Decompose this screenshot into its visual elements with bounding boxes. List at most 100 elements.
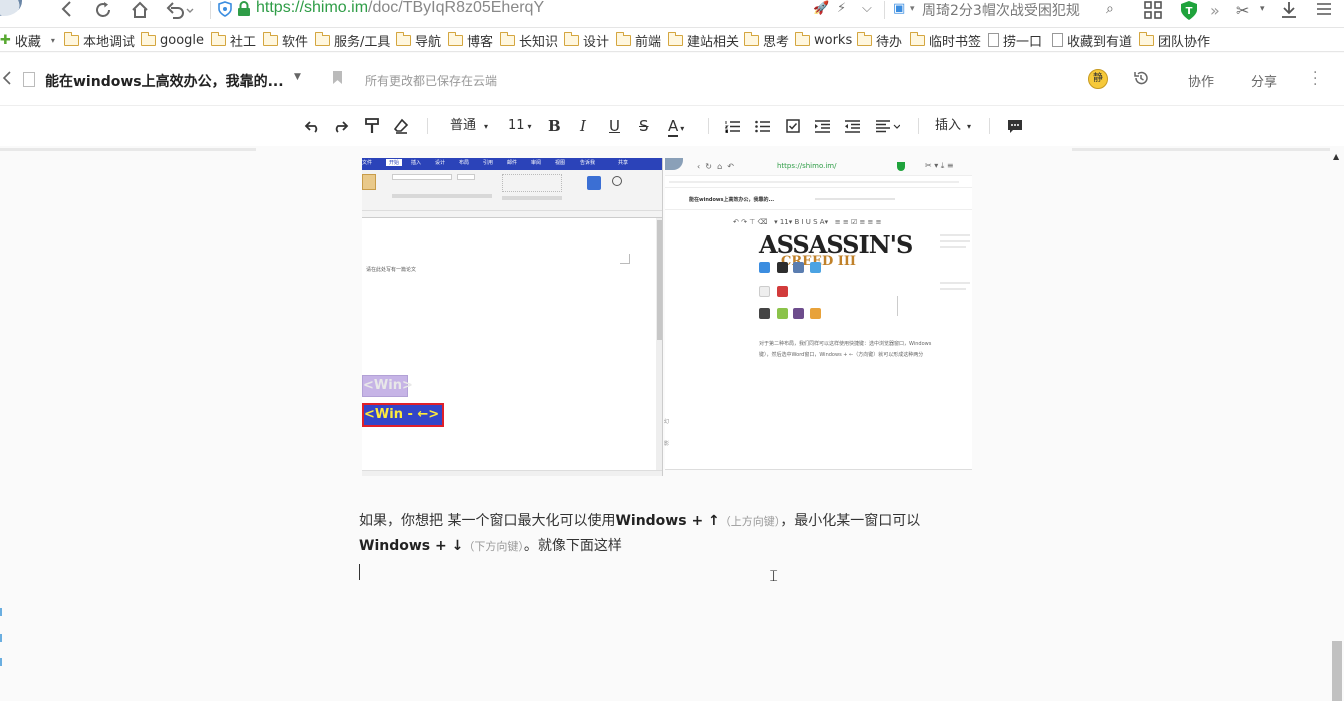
bookmark-item[interactable]: 前端 (616, 31, 661, 50)
embedded-image-word[interactable]: 文件 开始 插入 设计 布局 引用 邮件 审阅 视图 告诉我 共享 请在此处写有… (362, 158, 663, 476)
chevron-down-icon[interactable]: ⌵ (862, 1, 872, 16)
bookmark-label: 建站相关 (687, 34, 740, 50)
outdent-icon[interactable] (844, 116, 860, 136)
bookmark-item[interactable]: 设计 (564, 31, 609, 50)
collaborate-button[interactable]: 协作 (1188, 71, 1214, 90)
bookmark-item[interactable]: 待办 (857, 31, 902, 50)
mini-text-line (940, 246, 966, 248)
desktop-app-icon (793, 308, 804, 319)
scissors-icon[interactable]: ✂ (1236, 1, 1249, 20)
page-scrollbar[interactable] (1330, 148, 1344, 701)
styles-icon (587, 176, 601, 190)
title-dropdown-icon[interactable]: ▼ (294, 72, 301, 82)
avatar[interactable]: 静 (1088, 69, 1108, 89)
rocket-icon[interactable]: 🚀 (813, 1, 829, 16)
desktop-app-icon (759, 308, 770, 319)
page-edge (0, 148, 256, 151)
url-text[interactable]: https://shimo.im/doc/TByIqR8z05EherqY (256, 0, 544, 17)
paragraph-style-label: 普通 (450, 118, 477, 133)
bullet-list-icon[interactable] (754, 116, 770, 136)
mini-doc-title: 能在windows上高效办公，我靠的... (689, 197, 775, 203)
bookmark-item[interactable]: 社工 (211, 31, 257, 50)
strikethrough-icon[interactable]: S (639, 116, 649, 136)
bookmark-label: 社工 (230, 34, 257, 50)
redo-icon[interactable] (331, 116, 351, 136)
desktop-app-icon (759, 262, 770, 273)
paragraph-style-select[interactable]: 普通 ▾ (450, 116, 488, 136)
desktop-app-icon (810, 262, 821, 273)
undo-icon[interactable] (302, 116, 322, 136)
bookmark-icon[interactable] (333, 71, 342, 84)
doc-header: 能在windows上高效办公，我靠的... ▼ 所有更改都已保存在云端 静 协作… (0, 53, 1344, 106)
lock-icon[interactable] (236, 1, 252, 17)
menu-icon[interactable] (1316, 1, 1332, 20)
document-icon (23, 72, 35, 87)
bookmark-label: 思考 (763, 34, 790, 50)
bookmark-item[interactable]: google (141, 31, 204, 49)
bookmark-label: 服务/工具 (334, 34, 391, 50)
history-icon[interactable] (1133, 70, 1149, 90)
search-suggestion[interactable]: 周琦2分3帽次战受困犯规 (922, 0, 1080, 20)
desktop-app-icon (777, 262, 788, 273)
more-extensions-icon[interactable]: » (1210, 1, 1220, 20)
mini-shield-icon (897, 162, 905, 171)
font-size-select[interactable]: 11 ▾ (508, 116, 532, 136)
body-paragraph-line1[interactable]: 如果，你想把 某一个窗口最大化可以使用Windows + ↑（上方向键），最小化… (359, 511, 920, 532)
bookmark-item[interactable]: 本地调试 (64, 31, 135, 50)
back-to-list-icon[interactable] (2, 71, 12, 89)
bookmark-item[interactable]: 服务/工具 (315, 31, 391, 50)
text-color-icon[interactable]: A ▾ (668, 116, 684, 137)
underline-icon[interactable]: U (609, 116, 620, 136)
clear-format-icon[interactable] (391, 116, 411, 136)
bookmark-label: works (814, 32, 853, 48)
mini-right-icons: ✂ ▾ ⤓ ≡ (925, 161, 954, 170)
shield-icon[interactable] (217, 1, 233, 17)
back-icon[interactable] (56, 0, 78, 20)
favorites-button[interactable]: ✚ 收藏 ▾ (0, 31, 55, 50)
browser-toolbar: https://shimo.im/doc/TByIqR8z05EherqY 🚀 … (0, 0, 1344, 28)
mini-toolbar-icons: ↶ ↷ ⊤ ⌫ ▾ 11▾ B I U S A▾ ≡ ≡ ☑ ≡ ≡ ≡ (733, 218, 882, 226)
body-paragraph-line2[interactable]: Windows + ↓（下方向键）。就像下面这样 (359, 536, 622, 557)
comment-icon[interactable] (1006, 116, 1024, 136)
indent-icon[interactable] (814, 116, 830, 136)
doc-title[interactable]: 能在windows上高效办公，我靠的... (45, 71, 284, 91)
share-button[interactable]: 分享 (1251, 71, 1277, 90)
bookmark-item[interactable]: 临时书签 (910, 31, 981, 50)
bookmark-item[interactable]: 博客 (448, 31, 493, 50)
security-shield-icon[interactable]: T (1180, 1, 1198, 24)
page-scrollbar-thumb[interactable] (1332, 641, 1342, 701)
scroll-up-arrow-icon[interactable]: ▲ (1333, 152, 1339, 161)
undo-close-tab-icon[interactable] (165, 0, 195, 20)
format-painter-icon[interactable] (362, 116, 382, 136)
bookmark-item[interactable]: 建站相关 (668, 31, 740, 50)
scissors-caret-icon[interactable]: ▾ (1260, 4, 1265, 14)
bookmark-item[interactable]: 思考 (744, 31, 790, 50)
search-icon[interactable]: ⌕ (1106, 1, 1114, 17)
body-text: 。就像下面这样 (523, 538, 622, 554)
bookmark-item[interactable]: 团队协作 (1139, 31, 1210, 50)
bookmark-item[interactable]: 长知识 (500, 31, 558, 50)
embedded-image-browser[interactable]: ‹ ↻ ⌂ ↶ https://shimo.im/ ✂ ▾ ⤓ ≡ 能在wind… (665, 158, 972, 470)
mini-nav-icons: ‹ ↻ ⌂ ↶ (697, 162, 734, 171)
bookmark-item[interactable]: 导航 (396, 31, 441, 50)
apps-grid-icon[interactable] (1144, 1, 1162, 23)
insert-menu[interactable]: 插入 ▾ (935, 116, 971, 136)
italic-icon[interactable]: I (580, 116, 586, 136)
engine-caret-icon[interactable]: ▾ (910, 4, 915, 14)
bookmark-item[interactable]: 捞一口 (988, 31, 1042, 50)
more-options-icon[interactable]: · · · (1313, 66, 1317, 92)
checklist-icon[interactable] (785, 116, 801, 136)
bookmark-item[interactable]: works (795, 31, 852, 49)
download-icon[interactable] (1281, 1, 1297, 23)
align-icon[interactable] (874, 116, 902, 136)
bookmark-item[interactable]: 软件 (263, 31, 308, 50)
mini-text-line (940, 288, 966, 290)
bold-icon[interactable]: B (548, 116, 561, 136)
bookmark-item[interactable]: 收藏到有道 (1052, 31, 1132, 50)
lightning-icon[interactable]: ⚡ (837, 1, 846, 16)
home-icon[interactable] (129, 0, 151, 20)
search-engine-icon[interactable]: ▣ (893, 1, 905, 16)
ordered-list-icon[interactable] (723, 116, 740, 136)
reload-icon[interactable] (92, 0, 114, 20)
folder-icon (141, 31, 156, 46)
